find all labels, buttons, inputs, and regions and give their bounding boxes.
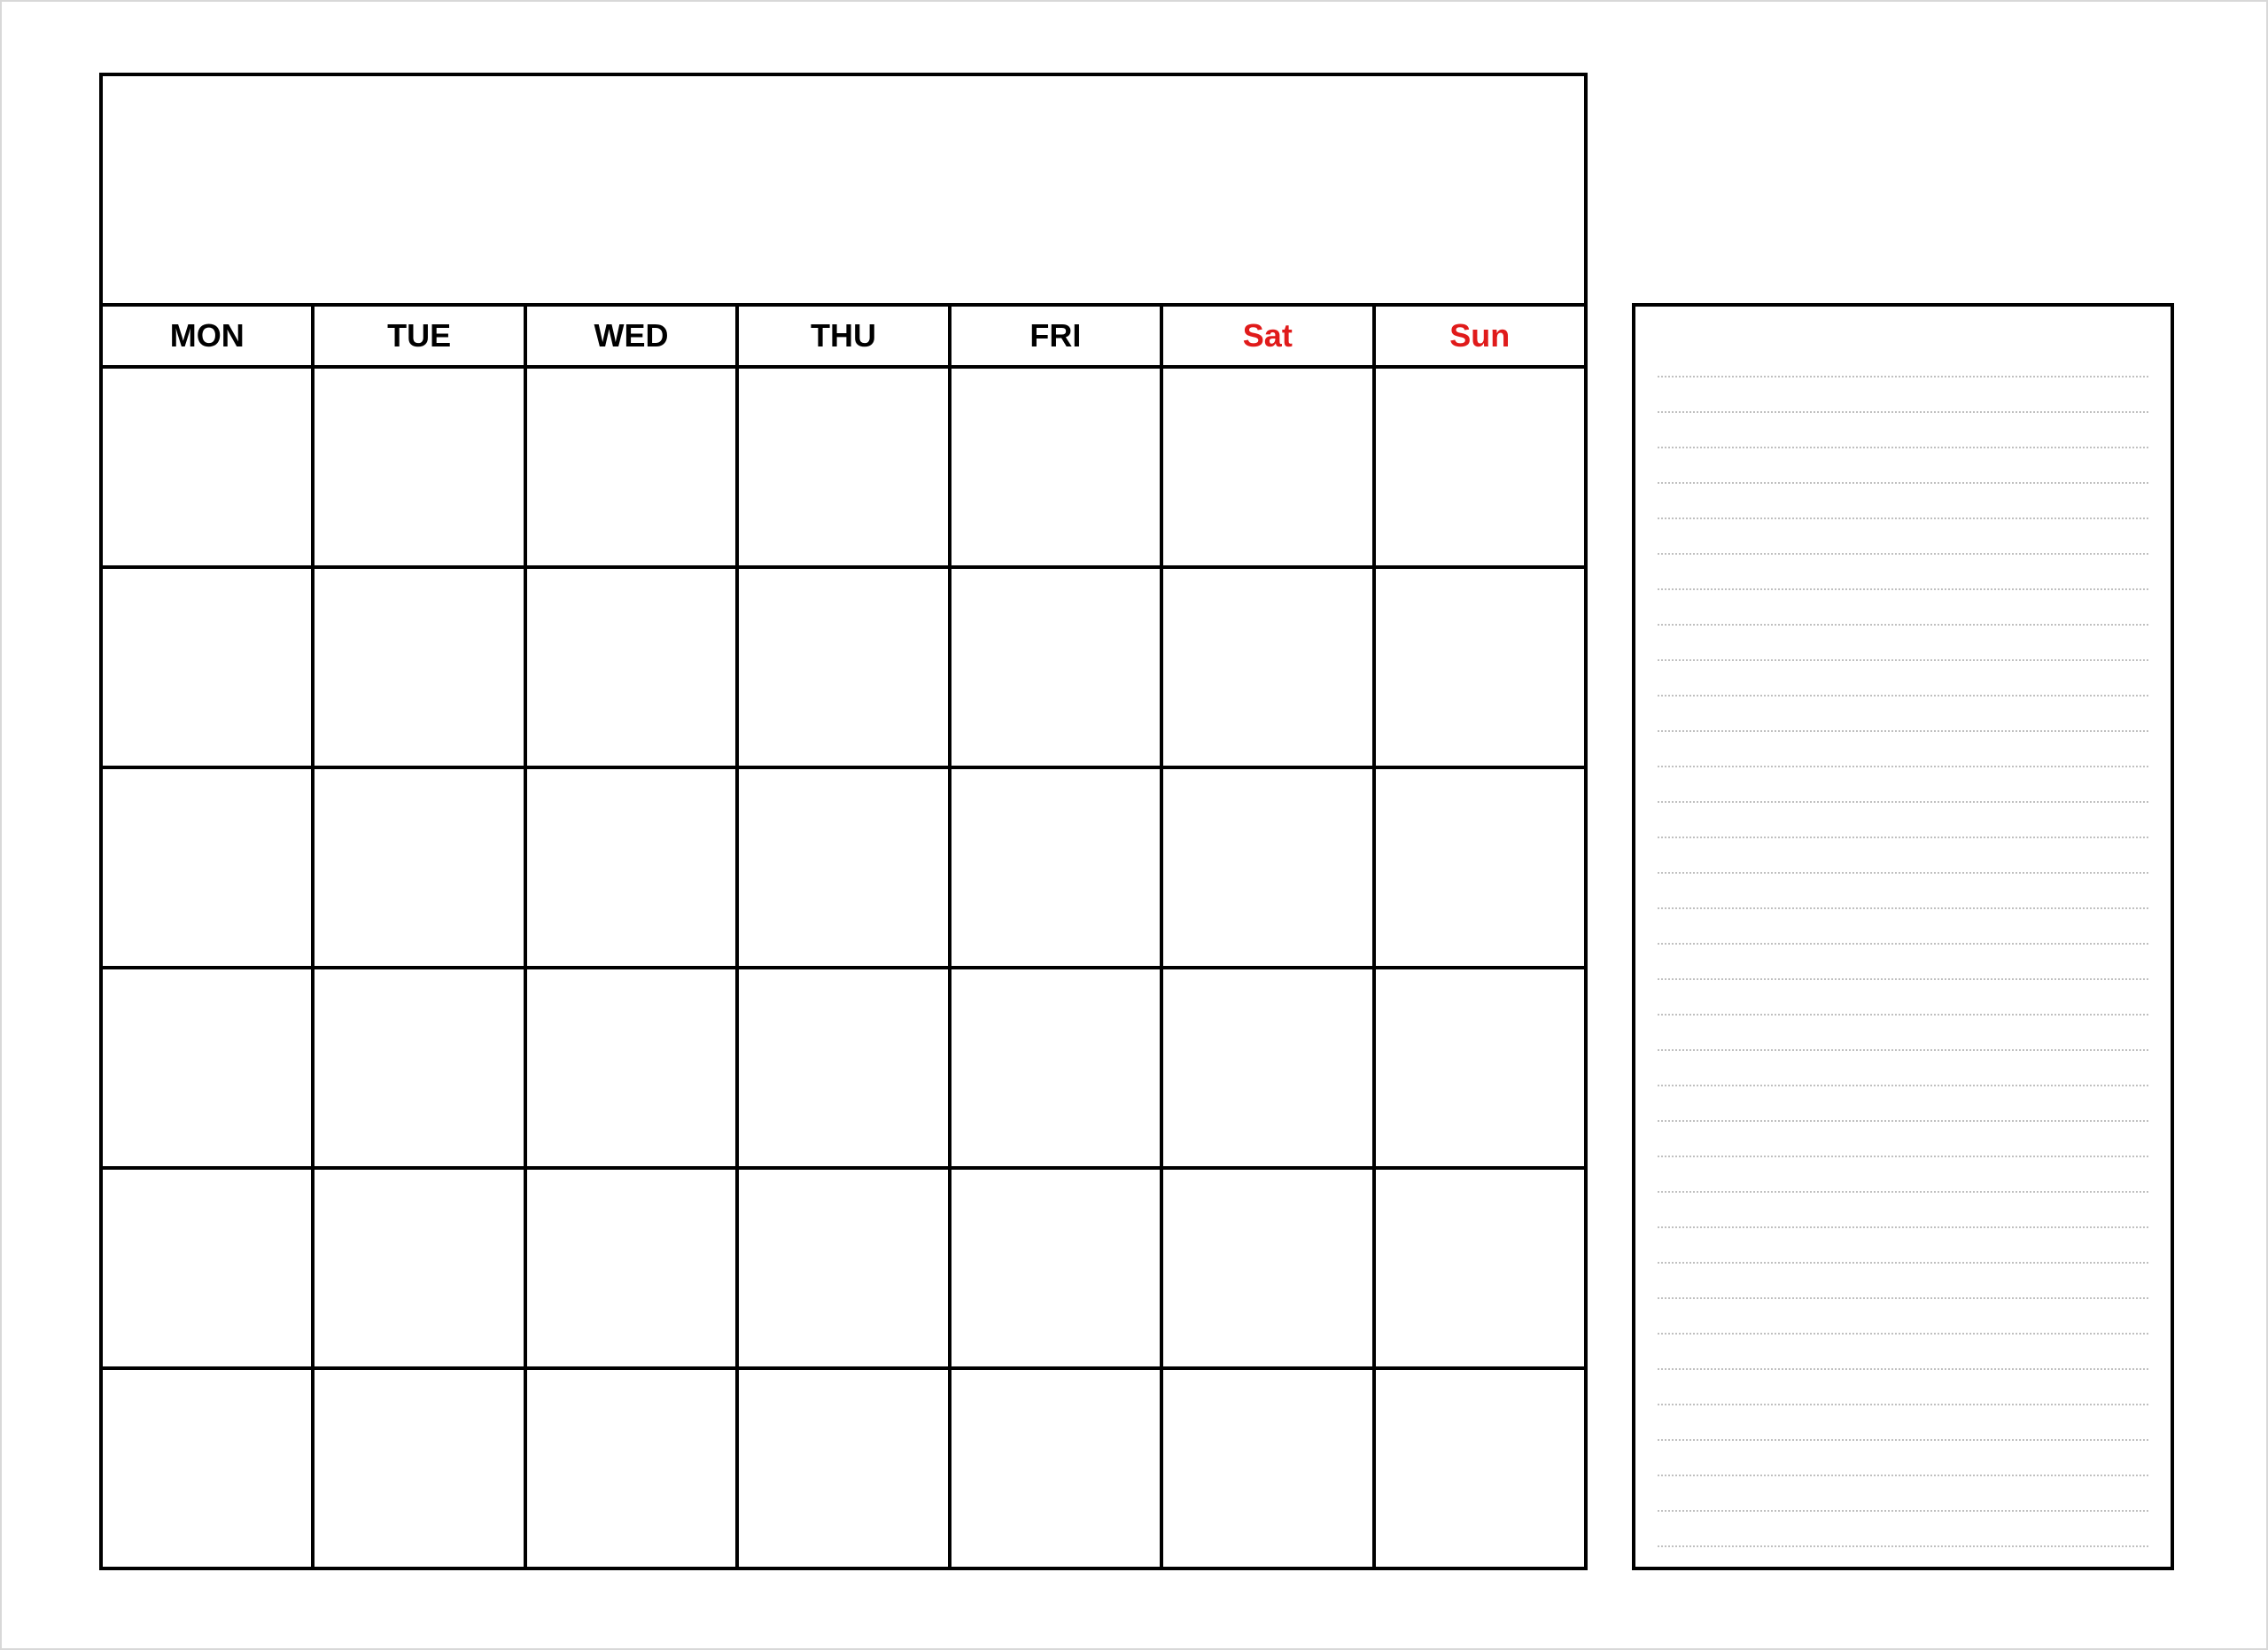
notes-line <box>1658 1476 2148 1512</box>
calendar-cell <box>525 767 737 968</box>
notes-line <box>1658 590 2148 626</box>
calendar-cell <box>525 1368 737 1568</box>
calendar-cell <box>950 567 1161 767</box>
day-header-sun: Sun <box>1374 305 1586 367</box>
notes-line <box>1658 413 2148 448</box>
calendar-cell <box>737 567 949 767</box>
calendar-row <box>101 567 1586 767</box>
notes-line <box>1658 448 2148 484</box>
notes-line <box>1658 1051 2148 1086</box>
notes-line <box>1658 1441 2148 1476</box>
notes-line <box>1658 1405 2148 1441</box>
notes-line <box>1658 1335 2148 1370</box>
notes-line <box>1658 980 2148 1016</box>
calendar-cell <box>1161 767 1373 968</box>
calendar-cell <box>313 767 524 968</box>
calendar-cell <box>101 968 313 1168</box>
calendar-cell <box>1374 1368 1586 1568</box>
calendar-cell <box>950 1168 1161 1368</box>
calendar-cell <box>1161 567 1373 767</box>
notes-line <box>1658 626 2148 661</box>
calendar-cell <box>1374 968 1586 1168</box>
notes-line <box>1658 1228 2148 1264</box>
calendar-cell <box>525 968 737 1168</box>
calendar-header-row: MON TUE WED THU FRI Sat Sun <box>101 305 1586 367</box>
calendar-cell <box>101 367 313 567</box>
calendar-cell <box>313 1168 524 1368</box>
calendar-cell <box>950 367 1161 567</box>
notes-line <box>1658 697 2148 732</box>
calendar-cell <box>101 1168 313 1368</box>
notes-line <box>1658 1122 2148 1157</box>
notes-line <box>1658 909 2148 945</box>
calendar-cell <box>1374 367 1586 567</box>
notes-line <box>1658 661 2148 697</box>
day-header-tue: TUE <box>313 305 524 367</box>
calendar-cell <box>1161 367 1373 567</box>
notes-line <box>1658 484 2148 519</box>
calendar-cell <box>525 567 737 767</box>
day-header-fri: FRI <box>950 305 1161 367</box>
calendar-cell <box>1161 1368 1373 1568</box>
notes-line <box>1658 555 2148 590</box>
calendar-cell <box>950 767 1161 968</box>
calendar-row <box>101 767 1586 968</box>
day-header-sat: Sat <box>1161 305 1373 367</box>
calendar-cell <box>1374 767 1586 968</box>
calendar-row <box>101 1168 1586 1368</box>
calendar-cell <box>525 367 737 567</box>
calendar-cell <box>313 367 524 567</box>
notes-line <box>1658 1086 2148 1122</box>
calendar-cell <box>1374 1168 1586 1368</box>
calendar-cell <box>101 567 313 767</box>
notes-line <box>1658 519 2148 555</box>
calendar-cell <box>950 1368 1161 1568</box>
notes-line <box>1658 1157 2148 1193</box>
calendar-row <box>101 1368 1586 1568</box>
calendar-cell <box>1374 567 1586 767</box>
day-header-mon: MON <box>101 305 313 367</box>
notes-line <box>1658 838 2148 874</box>
calendar-cell <box>313 1368 524 1568</box>
notes-line <box>1658 767 2148 803</box>
notes-line <box>1658 803 2148 838</box>
page-frame: MON TUE WED THU FRI Sat Sun <box>0 0 2268 1650</box>
calendar-cell <box>101 767 313 968</box>
calendar-cell <box>950 968 1161 1168</box>
notes-line <box>1658 1193 2148 1228</box>
calendar-cell <box>737 1168 949 1368</box>
calendar-cell <box>525 1168 737 1368</box>
notes-block <box>1632 303 2174 1570</box>
day-header-thu: THU <box>737 305 949 367</box>
calendar-cell <box>1161 1168 1373 1368</box>
calendar-cell <box>313 567 524 767</box>
calendar-cell <box>737 767 949 968</box>
calendar-cell <box>1161 968 1373 1168</box>
notes-line <box>1658 1016 2148 1051</box>
notes-line <box>1658 874 2148 909</box>
calendar-grid: MON TUE WED THU FRI Sat Sun <box>99 303 1588 1570</box>
calendar-cell <box>737 968 949 1168</box>
notes-line <box>1658 945 2148 980</box>
notes-line <box>1658 1299 2148 1335</box>
notes-line <box>1658 377 2148 413</box>
calendar-cell <box>737 1368 949 1568</box>
notes-line <box>1658 1264 2148 1299</box>
day-header-wed: WED <box>525 305 737 367</box>
calendar-title-box <box>99 73 1588 303</box>
calendar-row <box>101 367 1586 567</box>
calendar-block: MON TUE WED THU FRI Sat Sun <box>99 73 1588 1570</box>
notes-line <box>1658 732 2148 767</box>
notes-line <box>1658 1512 2148 1547</box>
notes-line <box>1658 342 2148 377</box>
calendar-body <box>101 367 1586 1568</box>
calendar-row <box>101 968 1586 1168</box>
notes-line <box>1658 1370 2148 1405</box>
calendar-cell <box>313 968 524 1168</box>
calendar-cell <box>101 1368 313 1568</box>
calendar-cell <box>737 367 949 567</box>
